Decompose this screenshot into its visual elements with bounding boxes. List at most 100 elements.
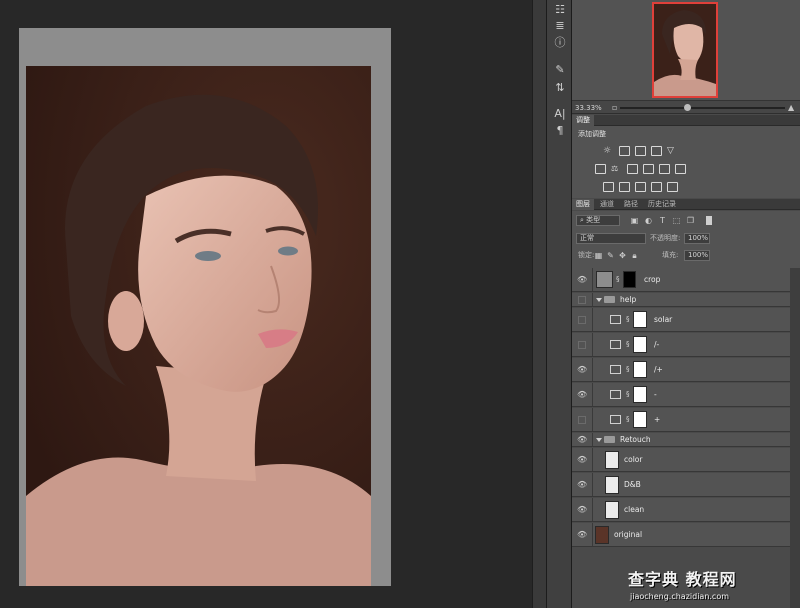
curves-adjustment-icon [610,340,621,349]
lock-image-icon[interactable]: ✎ [606,251,615,260]
expand-triangle-icon[interactable] [596,298,602,302]
opacity-label: 不透明度: [650,234,681,242]
eye-icon[interactable]: 👁︎ [577,480,587,490]
watermark-main-text: 查字典 教程网 [628,570,737,589]
portrait-illustration [26,66,371,586]
zoom-slider-track[interactable] [620,107,785,109]
curves-icon[interactable] [635,146,646,156]
layer-row[interactable]: § + [572,408,790,432]
layer-row[interactable]: 👁︎ D&B [572,473,790,497]
zoom-in-icon[interactable]: ▲ [788,102,794,114]
layer-filter-select[interactable]: ⌕ 类型 [576,215,620,226]
filter-pixel-icon[interactable]: ▣ [630,216,639,225]
channel-mixer-icon[interactable] [659,164,670,174]
layer-mask-thumbnail [623,271,636,288]
invert-icon[interactable] [603,182,614,192]
exposure-icon[interactable] [651,146,662,156]
navigator-preview[interactable] [652,2,718,98]
document-canvas-area[interactable] [0,0,532,608]
watermark-url: jiaocheng.chazidian.com [630,592,730,601]
tab-history[interactable]: 历史记录 [644,199,680,210]
layer-name: color [624,455,643,464]
brush-settings-icon[interactable]: ✎ [551,62,569,78]
layer-row[interactable]: 👁︎ § /+ [572,358,790,382]
eye-icon[interactable]: 👁︎ [577,455,587,465]
tab-channels[interactable]: 通道 [596,199,618,210]
fill-field[interactable]: 100% [684,250,710,261]
layer-group-row[interactable]: help [572,293,790,307]
layer-photo-thumbnail [595,526,609,544]
black-white-icon[interactable] [627,164,638,174]
eye-icon[interactable]: 👁︎ [577,390,587,400]
visibility-off-toggle[interactable] [578,296,586,304]
brightness-contrast-icon[interactable]: ☼ [603,146,614,156]
visibility-off-toggle[interactable] [578,341,586,349]
threshold-icon[interactable] [635,182,646,192]
tab-layers[interactable]: 图层 [572,199,594,210]
eye-icon[interactable]: 👁︎ [577,505,587,515]
canvas-vertical-scrollbar[interactable] [532,0,546,608]
paragraph-icon[interactable]: ¶ [551,123,569,139]
tab-paths[interactable]: 路径 [620,199,642,210]
layer-row[interactable]: 👁︎ original [572,523,790,547]
layer-thumbnail [605,451,619,469]
layers-list: 👁︎ § crop help § solar § /- 👁︎ § /+ 👁︎ §… [572,268,800,608]
blend-mode-select[interactable]: 正常 [576,233,646,244]
color-balance-icon[interactable]: ⚖ [611,164,622,174]
lock-transparent-icon[interactable]: ▦ [594,251,603,260]
layer-row[interactable]: § solar [572,308,790,332]
info-icon[interactable]: ⓘ [551,35,569,51]
adjustments-sliders-icon[interactable]: ⇅ [551,80,569,96]
panel-icon-strip: ☷ ≣ ⓘ ✎ ⇅ A| ¶ [546,0,572,608]
layer-row[interactable]: 👁︎ § - [572,383,790,407]
zoom-out-icon[interactable]: ▫ [612,102,617,114]
portrait-photo[interactable] [26,66,371,586]
layer-row[interactable]: 👁︎ clean [572,498,790,522]
expand-triangle-icon[interactable] [596,438,602,442]
filter-adjustment-icon[interactable]: ◐ [644,216,653,225]
chain-link-icon: § [626,315,630,323]
gradient-map-icon[interactable] [667,182,678,192]
eye-icon[interactable]: 👁︎ [577,365,587,375]
layers-tabbar: 图层 通道 路径 历史记录 [572,199,800,210]
vibrance-icon[interactable]: ▽ [667,146,678,156]
layer-name: original [614,530,643,539]
properties-icon[interactable]: ≣ [551,18,569,34]
filter-toggle-icon[interactable] [706,216,712,225]
levels-icon[interactable] [619,146,630,156]
hue-saturation-icon[interactable] [595,164,606,174]
eye-icon[interactable]: 👁︎ [577,530,587,540]
layer-row[interactable]: 👁︎ § crop [572,268,790,292]
filter-type-icon[interactable]: T [658,216,667,225]
character-icon[interactable]: A| [551,106,569,122]
layer-row[interactable]: § /- [572,333,790,357]
tab-adjustments[interactable]: 调整 [572,115,594,126]
layer-mask-thumbnail [633,311,647,328]
layer-name: + [654,415,661,424]
eye-icon[interactable]: 👁︎ [577,275,587,285]
visibility-off-toggle[interactable] [578,316,586,324]
posterize-icon[interactable] [619,182,630,192]
layer-name: D&B [624,480,641,489]
navigator-portrait-thumbnail [654,4,716,96]
opacity-field[interactable]: 100% [684,233,710,244]
selective-color-icon[interactable] [651,182,662,192]
filter-shape-icon[interactable]: ⬚ [672,216,681,225]
arrange-icon[interactable]: ☷ [551,2,569,18]
fill-label: 填充: [662,251,679,259]
chain-link-icon: § [626,415,630,423]
lock-all-icon[interactable]: 🔒︎ [630,251,639,260]
layer-row[interactable]: 👁︎ color [572,448,790,472]
chain-link-icon: § [626,365,630,373]
lock-position-icon[interactable]: ✥ [618,251,627,260]
folder-icon [604,296,615,303]
photo-filter-icon[interactable] [643,164,654,174]
visibility-off-toggle[interactable] [578,416,586,424]
layers-scrollbar[interactable] [790,268,800,608]
eye-icon[interactable]: 👁︎ [577,435,587,445]
color-lookup-icon[interactable] [675,164,686,174]
zoom-slider-handle[interactable] [684,104,691,111]
zoom-value[interactable]: 33.33% [575,102,602,114]
filter-smart-object-icon[interactable]: ❐ [686,216,695,225]
layer-group-row[interactable]: 👁︎ Retouch [572,433,790,447]
